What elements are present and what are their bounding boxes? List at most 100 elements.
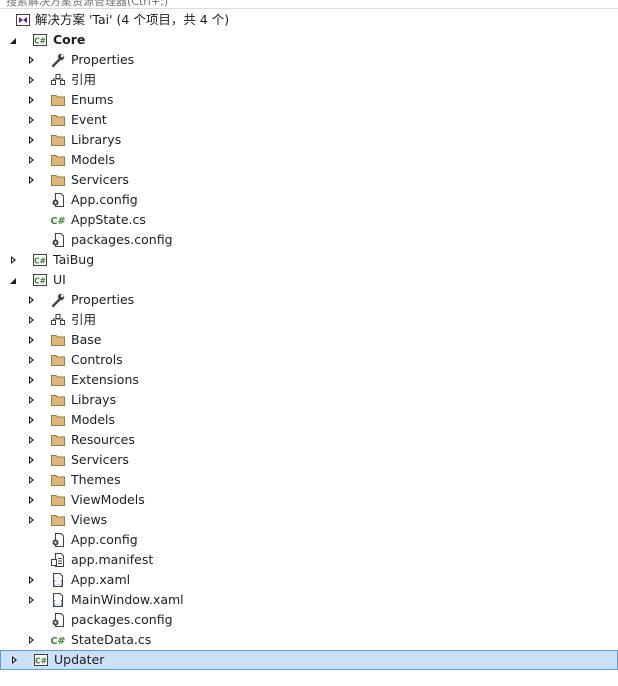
tree-item-引用[interactable]: 引用 <box>0 70 618 90</box>
references-icon <box>50 72 66 88</box>
tree-item-app-config[interactable]: App.config <box>0 530 618 550</box>
expand-arrow-icon[interactable] <box>25 110 37 130</box>
tree-item-base[interactable]: Base <box>0 330 618 350</box>
solution-explorer-tree: 解决方案 'Tai' (4 个项目，共 4 个) C# Core Properties… <box>0 10 618 670</box>
tree-item-appstate-cs[interactable]: C# AppState.cs <box>0 210 618 230</box>
search-input[interactable]: 搜索解决方案资源管理器(Ctrl+;) <box>0 0 618 9</box>
tree-item-extensions[interactable]: Extensions <box>0 370 618 390</box>
tree-item-app-config[interactable]: App.config <box>0 190 618 210</box>
folder-icon <box>50 472 66 488</box>
expand-arrow-icon[interactable] <box>25 590 37 610</box>
folder-icon <box>50 112 66 128</box>
expand-arrow-icon[interactable] <box>25 310 37 330</box>
collapse-arrow-icon[interactable] <box>7 30 19 50</box>
csharp-file-icon: C# <box>50 632 66 648</box>
expand-arrow-icon[interactable] <box>25 90 37 110</box>
tree-item-statedata-cs[interactable]: C# StateData.cs <box>0 630 618 650</box>
expand-arrow-icon[interactable] <box>25 510 37 530</box>
tree-item-updater[interactable]: C# Updater <box>0 650 618 670</box>
tree-item-servicers[interactable]: Servicers <box>0 450 618 470</box>
folder-icon <box>50 352 66 368</box>
tree-item-label: Base <box>71 332 102 347</box>
wrench-icon <box>50 52 66 68</box>
tree-item-properties[interactable]: Properties <box>0 290 618 310</box>
expand-arrow-icon[interactable] <box>25 490 37 510</box>
references-icon <box>50 312 66 328</box>
tree-item-enums[interactable]: Enums <box>0 90 618 110</box>
tree-item-themes[interactable]: Themes <box>0 470 618 490</box>
expand-arrow-icon[interactable] <box>25 450 37 470</box>
tree-item-models[interactable]: Models <box>0 410 618 430</box>
csharp-project-icon: C# <box>32 272 48 288</box>
expand-arrow-icon[interactable] <box>7 250 19 270</box>
tree-item-event[interactable]: Event <box>0 110 618 130</box>
csharp-file-icon: C# <box>50 212 66 228</box>
expand-arrow-icon[interactable] <box>25 330 37 350</box>
expand-arrow-icon[interactable] <box>25 410 37 430</box>
csharp-project-icon: C# <box>32 252 48 268</box>
folder-icon <box>50 492 66 508</box>
tree-item-label: Servicers <box>71 172 129 187</box>
expand-arrow-icon[interactable] <box>25 470 37 490</box>
tree-item-app-manifest[interactable]: app.manifest <box>0 550 618 570</box>
tree-item-label: Models <box>71 412 116 427</box>
tree-item-label: Extensions <box>71 372 139 387</box>
tree-item-mainwindow-xaml[interactable]: {..} MainWindow.xaml <box>0 590 618 610</box>
folder-icon <box>50 332 66 348</box>
svg-text:C#: C# <box>34 257 46 266</box>
expand-arrow-icon[interactable] <box>25 150 37 170</box>
tree-item-core[interactable]: C# Core <box>0 30 618 50</box>
expand-arrow-icon[interactable] <box>25 350 37 370</box>
tree-item-librays[interactable]: Librays <box>0 390 618 410</box>
tree-item-label: Themes <box>71 472 121 487</box>
expand-arrow-icon[interactable] <box>25 130 37 150</box>
tree-item-taibug[interactable]: C# TaiBug <box>0 250 618 270</box>
expand-arrow-icon[interactable] <box>25 50 37 70</box>
tree-item-label: UI <box>53 272 66 287</box>
tree-item-controls[interactable]: Controls <box>0 350 618 370</box>
wrench-icon <box>50 292 66 308</box>
tree-item-解决方案-tai-4-个项目-共-4-个[interactable]: 解决方案 'Tai' (4 个项目，共 4 个) <box>0 10 618 30</box>
tree-item-librarys[interactable]: Librarys <box>0 130 618 150</box>
tree-item-label: Resources <box>71 432 135 447</box>
svg-text:C#: C# <box>51 636 66 647</box>
tree-item-models[interactable]: Models <box>0 150 618 170</box>
expand-arrow-icon[interactable] <box>25 630 37 650</box>
tree-item-packages-config[interactable]: packages.config <box>0 230 618 250</box>
tree-item-app-xaml[interactable]: {..} App.xaml <box>0 570 618 590</box>
tree-item-label: TaiBug <box>53 252 95 267</box>
tree-item-views[interactable]: Views <box>0 510 618 530</box>
expand-arrow-icon[interactable] <box>25 290 37 310</box>
tree-item-label: packages.config <box>71 232 173 247</box>
tree-item-label: 引用 <box>71 312 97 327</box>
csharp-project-icon: C# <box>32 32 48 48</box>
expand-arrow-icon[interactable] <box>8 651 20 669</box>
tree-item-properties[interactable]: Properties <box>0 50 618 70</box>
expand-arrow-icon[interactable] <box>25 430 37 450</box>
expand-arrow-icon[interactable] <box>25 70 37 90</box>
tree-item-packages-config[interactable]: packages.config <box>0 610 618 630</box>
tree-item-label: Models <box>71 152 116 167</box>
expand-arrow-icon[interactable] <box>25 570 37 590</box>
collapse-arrow-icon[interactable] <box>7 270 19 290</box>
tree-item-引用[interactable]: 引用 <box>0 310 618 330</box>
folder-icon <box>50 132 66 148</box>
tree-item-viewmodels[interactable]: ViewModels <box>0 490 618 510</box>
solution-icon <box>15 12 31 28</box>
tree-item-resources[interactable]: Resources <box>0 430 618 450</box>
expand-arrow-icon[interactable] <box>25 170 37 190</box>
svg-text:C#: C# <box>34 277 46 286</box>
tree-item-label: Librays <box>71 392 117 407</box>
expand-arrow-icon[interactable] <box>25 370 37 390</box>
folder-icon <box>50 412 66 428</box>
config-file-icon <box>50 612 66 628</box>
folder-icon <box>50 172 66 188</box>
tree-item-label: App.config <box>71 192 138 207</box>
config-file-icon <box>50 532 66 548</box>
tree-item-ui[interactable]: C# UI <box>0 270 618 290</box>
tree-item-servicers[interactable]: Servicers <box>0 170 618 190</box>
svg-text:C#: C# <box>35 657 47 666</box>
expand-arrow-icon[interactable] <box>25 390 37 410</box>
tree-item-label: Servicers <box>71 452 129 467</box>
tree-item-label: Controls <box>71 352 123 367</box>
